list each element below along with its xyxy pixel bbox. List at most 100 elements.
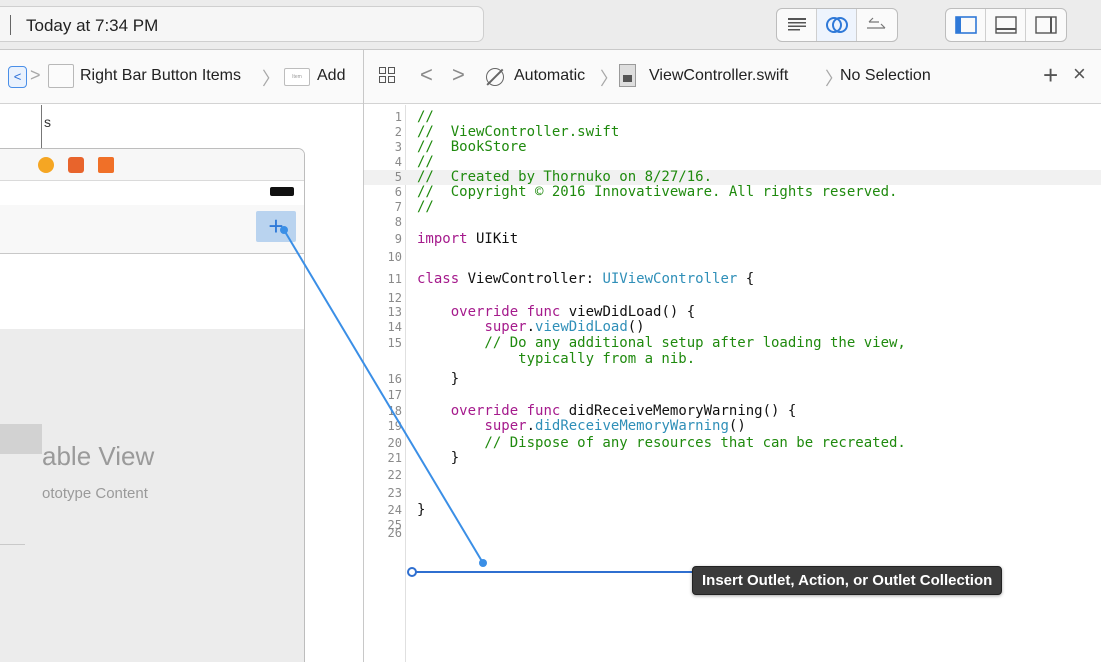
breadcrumb-file[interactable]: ViewController.swift <box>649 67 788 85</box>
storyboard-forward-button[interactable]: > <box>30 65 41 86</box>
code-line[interactable]: typically from a nib. <box>364 352 1101 367</box>
close-editor-button[interactable]: × <box>1073 61 1086 87</box>
line-number: 15 <box>387 336 402 350</box>
add-bar-button-item[interactable]: + <box>256 211 296 242</box>
version-editor-button[interactable] <box>857 9 897 41</box>
code-line[interactable]: 20 // Dispose of any resources that can … <box>364 436 1101 451</box>
assistant-editor-button[interactable] <box>817 9 857 41</box>
assistant-back-button[interactable]: < <box>420 62 433 88</box>
storyboard-jump-bar: < > Right Bar Button Items 〉 Item Add <box>0 50 363 104</box>
code-line[interactable]: 9 import UIKit <box>364 232 1101 247</box>
code-token: didReceiveMemoryWarning <box>535 418 729 434</box>
breadcrumb-selection[interactable]: No Selection <box>840 67 931 85</box>
code-line[interactable]: 26 <box>364 526 1101 541</box>
view-controller-scene[interactable]: + <box>0 148 305 662</box>
code-line[interactable]: 6 // Copyright © 2016 Innovativeware. All… <box>364 185 1101 200</box>
code-line[interactable]: 15 // Do any additional setup after load… <box>364 336 1101 351</box>
line-number: 5 <box>394 170 402 184</box>
code-line[interactable]: 18 override func didReceiveMemoryWarning… <box>364 404 1101 419</box>
editor-mode-segmented-control <box>776 8 898 42</box>
toolbar: Today at 7:34 PM <box>0 0 1101 50</box>
code-token: // Do any additional setup after loading… <box>417 335 906 351</box>
code-line[interactable]: 8 <box>364 215 1101 230</box>
code-line[interactable]: 22 <box>364 468 1101 483</box>
code-line[interactable]: 17 <box>364 388 1101 403</box>
storyboard-back-button[interactable]: < <box>8 66 27 88</box>
code-token: override <box>450 304 519 320</box>
code-line[interactable]: 19 super.didReceiveMemoryWarning() <box>364 419 1101 434</box>
breadcrumb-add[interactable]: Add <box>317 67 345 85</box>
activity-viewer: Today at 7:34 PM <box>0 6 484 42</box>
code-token: // BookStore <box>417 139 527 155</box>
bar-button-item-icon: Item <box>284 68 310 86</box>
simulated-status-bar <box>0 181 304 205</box>
first-responder-dock-icon[interactable] <box>68 157 84 173</box>
line-number: 14 <box>387 320 402 334</box>
assistant-forward-button[interactable]: > <box>452 62 465 88</box>
code-token: // Dispose of any resources that can be … <box>417 435 906 451</box>
code-line[interactable]: 11 class ViewController: UIViewController… <box>364 272 1101 287</box>
code-token: // ViewController.swift <box>417 124 620 140</box>
code-text: // Copyright © 2016 Innovativeware. All … <box>417 185 897 200</box>
code-token: typically from a nib. <box>417 351 696 367</box>
breadcrumb-separator: 〉 <box>600 69 618 89</box>
code-text: // ViewController.swift <box>417 125 619 140</box>
code-line[interactable]: 16 } <box>364 372 1101 387</box>
code-text: // <box>417 200 434 215</box>
utilities-toggle-button[interactable] <box>1026 9 1066 41</box>
breadcrumb-automatic[interactable]: Automatic <box>514 67 585 85</box>
code-token: class <box>417 271 460 287</box>
code-text: } <box>417 372 459 387</box>
line-number: 8 <box>394 215 402 229</box>
table-separator <box>0 544 25 545</box>
code-token: super <box>484 319 527 335</box>
code-line[interactable]: 1 // <box>364 110 1101 125</box>
code-token: viewDidLoad() { <box>560 304 696 320</box>
code-line[interactable]: 5 // Created by Thornuko on 8/27/16. <box>364 170 1101 185</box>
code-line[interactable]: 21 } <box>364 451 1101 466</box>
version-editor-icon <box>867 17 886 29</box>
line-number: 3 <box>394 140 402 154</box>
code-token: UIKit <box>467 231 519 247</box>
debug-area-toggle-button[interactable] <box>986 9 1026 41</box>
code-line[interactable]: 7 // <box>364 200 1101 215</box>
navigator-toggle-button[interactable] <box>946 9 986 41</box>
code-token: UIViewController <box>602 271 738 287</box>
table-row-selection <box>0 424 42 454</box>
add-editor-button[interactable]: + <box>1043 60 1058 91</box>
code-token: // <box>417 109 434 125</box>
activity-status-text: Today at 7:34 PM <box>26 16 159 35</box>
navigation-bar[interactable]: + <box>0 205 304 254</box>
view-controller-dock-icon[interactable] <box>38 157 54 173</box>
code-line[interactable]: 14 super.viewDidLoad() <box>364 320 1101 335</box>
code-line[interactable]: 24} <box>364 503 1101 518</box>
code-line[interactable]: 4 // <box>364 155 1101 170</box>
line-number: 9 <box>394 232 402 246</box>
code-text: override func didReceiveMemoryWarning() … <box>417 403 797 419</box>
line-number: 19 <box>387 419 402 433</box>
battery-icon <box>270 187 294 196</box>
code-line[interactable]: 13 override func viewDidLoad() { <box>364 305 1101 320</box>
code-line[interactable]: 2 // ViewController.swift <box>364 125 1101 140</box>
code-token: override <box>450 403 519 419</box>
code-token: // <box>417 199 434 215</box>
exit-dock-icon[interactable] <box>98 157 114 173</box>
code-line[interactable]: 23 <box>364 486 1101 501</box>
line-number: 21 <box>387 451 402 465</box>
breadcrumb-separator: 〉 <box>262 69 280 89</box>
code-line[interactable]: 3 // BookStore <box>364 140 1101 155</box>
breadcrumb-right-bar-button-items[interactable]: Right Bar Button Items <box>80 67 241 85</box>
code-token: } <box>417 450 460 466</box>
line-number: 7 <box>394 200 402 214</box>
line-number: 12 <box>387 291 402 305</box>
standard-editor-button[interactable] <box>777 9 817 41</box>
code-token: super <box>484 418 527 434</box>
code-text: import UIKit <box>417 232 518 247</box>
related-items-grid-icon[interactable] <box>379 67 397 85</box>
code-line[interactable]: 10 <box>364 250 1101 265</box>
code-text: // Do any additional setup after loading… <box>417 335 906 351</box>
